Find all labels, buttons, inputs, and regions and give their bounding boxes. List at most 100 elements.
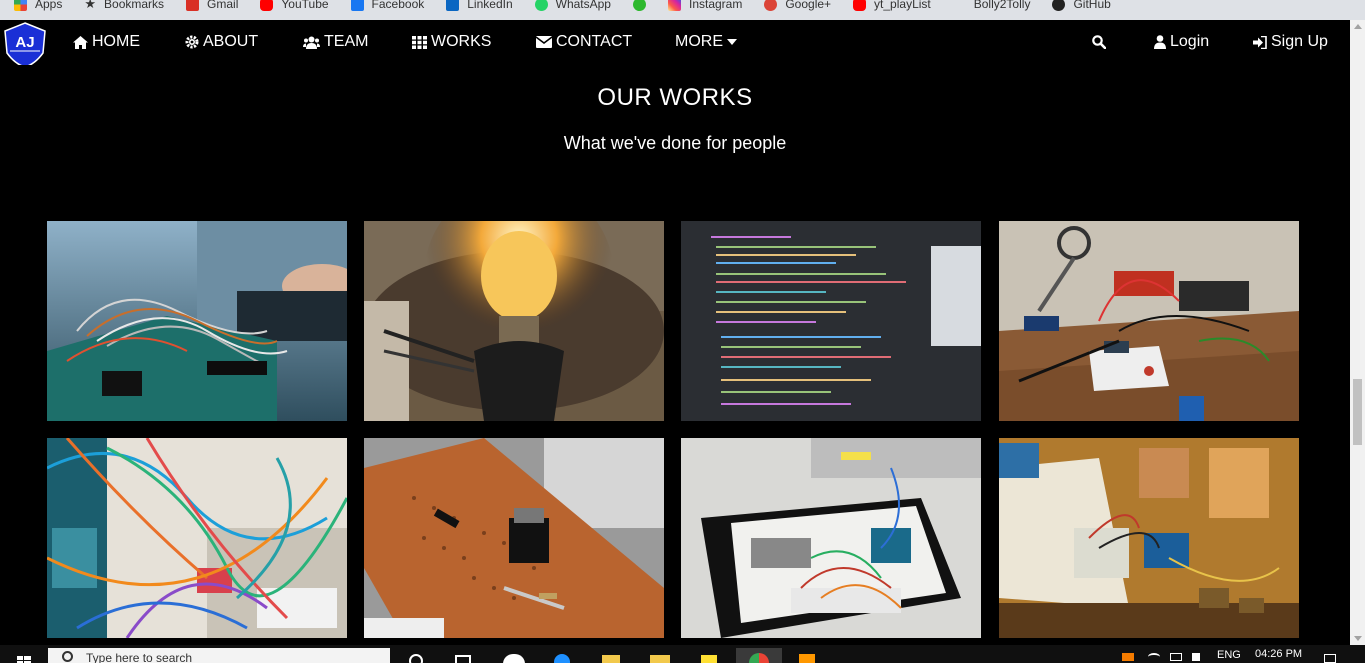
bookmark-label: Facebook bbox=[371, 0, 425, 11]
search-icon bbox=[1092, 35, 1106, 49]
nav-contact[interactable]: CONTACT bbox=[536, 33, 632, 51]
nav-more-dropdown[interactable]: MORE bbox=[675, 33, 741, 51]
signup-label: Sign Up bbox=[1271, 33, 1328, 50]
sublime-text-icon[interactable] bbox=[786, 648, 832, 663]
bookmark-instagram[interactable]: Instagram bbox=[667, 0, 743, 14]
youtube-icon bbox=[260, 0, 274, 11]
bookmark-label: WhatsApp bbox=[555, 0, 611, 11]
work-arduino-wires[interactable] bbox=[47, 221, 347, 421]
google-plus-icon bbox=[764, 0, 778, 11]
page-scrollbar[interactable] bbox=[1350, 20, 1365, 645]
section-subtitle: What we've done for people bbox=[563, 133, 787, 153]
bookmark-google-plus[interactable]: Google+ bbox=[764, 0, 831, 14]
bookmark-bolly2tolly[interactable]: Bolly2Tolly bbox=[952, 0, 1031, 14]
work-soldering-station[interactable] bbox=[999, 221, 1299, 421]
bookmark-label: Bookmarks bbox=[104, 0, 165, 11]
work-photo bbox=[47, 221, 347, 421]
shield-logo-icon: AJ bbox=[4, 22, 46, 68]
work-photo bbox=[364, 221, 664, 421]
language-indicator[interactable]: ENG bbox=[1217, 649, 1241, 661]
bookmark-apps[interactable]: Apps bbox=[14, 0, 62, 14]
nav-works[interactable]: WORKS bbox=[412, 33, 491, 51]
signup-link[interactable]: Sign Up bbox=[1253, 33, 1328, 51]
github-icon bbox=[1052, 0, 1066, 11]
store-icon[interactable] bbox=[588, 648, 634, 663]
notifications-icon[interactable] bbox=[1324, 654, 1336, 663]
bookmark-facebook[interactable]: Facebook bbox=[350, 0, 425, 14]
scroll-thumb[interactable] bbox=[1353, 379, 1362, 445]
network-icon[interactable] bbox=[1122, 653, 1134, 661]
login-link[interactable]: Login bbox=[1154, 33, 1209, 51]
works-section: OUR WORKS What we've done for people bbox=[0, 65, 1350, 645]
wifi-icon[interactable] bbox=[1148, 653, 1160, 661]
nav-label: TEAM bbox=[324, 33, 369, 50]
work-photo bbox=[47, 438, 347, 638]
nav-label: HOME bbox=[92, 33, 140, 50]
apps-grid-icon bbox=[14, 0, 27, 11]
bookmark-bolt[interactable] bbox=[632, 0, 646, 14]
tray-icons[interactable] bbox=[1120, 653, 1210, 663]
chrome-icon[interactable] bbox=[736, 648, 782, 663]
battery-icon[interactable] bbox=[1170, 653, 1182, 661]
caret-down-icon bbox=[727, 39, 737, 45]
gmail-icon bbox=[186, 0, 200, 11]
instagram-icon bbox=[667, 0, 681, 11]
envelope-icon bbox=[536, 36, 552, 48]
nav-home[interactable]: HOME bbox=[73, 33, 140, 51]
nav-label: MORE bbox=[675, 33, 723, 50]
bookmark-label: Instagram bbox=[688, 0, 743, 11]
task-view-icon[interactable] bbox=[440, 648, 486, 663]
taskbar-search-input[interactable]: Type here to search bbox=[48, 648, 390, 663]
search-button[interactable] bbox=[1092, 35, 1110, 49]
nav-team[interactable]: TEAM bbox=[303, 33, 368, 51]
taskbar-search-placeholder: Type here to search bbox=[86, 651, 193, 663]
whatsapp-icon bbox=[534, 0, 548, 11]
site-logo[interactable]: AJ bbox=[2, 22, 48, 68]
cortana-icon[interactable] bbox=[394, 648, 440, 663]
bookmark-github[interactable]: GitHub bbox=[1052, 0, 1111, 14]
bookmark-yt-playlist[interactable]: yt_playList bbox=[853, 0, 931, 14]
nav-about[interactable]: ABOUT bbox=[185, 33, 258, 51]
work-photo bbox=[999, 438, 1299, 638]
work-light-bulb[interactable] bbox=[364, 221, 664, 421]
sticky-notes-icon[interactable] bbox=[686, 648, 732, 663]
clock-time[interactable]: 04:26 PM bbox=[1255, 648, 1302, 660]
bookmark-linkedin[interactable]: LinkedIn bbox=[446, 0, 513, 14]
file-explorer-icon[interactable] bbox=[636, 648, 682, 663]
bookmark-gmail[interactable]: Gmail bbox=[186, 0, 238, 14]
work-photo bbox=[681, 221, 981, 421]
user-icon bbox=[1154, 35, 1166, 49]
work-photo bbox=[364, 438, 664, 638]
nav-label: CONTACT bbox=[556, 33, 633, 50]
edge-browser-icon[interactable] bbox=[538, 648, 584, 663]
work-code-screen[interactable] bbox=[681, 221, 981, 421]
bookmark-label: Google+ bbox=[785, 0, 832, 11]
login-label: Login bbox=[1170, 33, 1210, 50]
work-photo bbox=[999, 221, 1299, 421]
gear-icon bbox=[185, 35, 199, 49]
linkedin-icon bbox=[446, 0, 460, 11]
volume-icon[interactable] bbox=[1192, 653, 1200, 661]
bookmark-label: Gmail bbox=[207, 0, 239, 11]
scroll-down-arrow-icon[interactable] bbox=[1354, 636, 1362, 641]
windows-start-icon[interactable] bbox=[17, 653, 31, 663]
star-icon: ★ bbox=[84, 0, 97, 11]
main-navbar: AJ HOME ABOUT TEAM WORKS CONTACT MORE Lo… bbox=[0, 20, 1350, 68]
grid-icon bbox=[412, 35, 427, 49]
facebook-icon bbox=[350, 0, 364, 11]
work-enclosure[interactable] bbox=[681, 438, 981, 638]
work-workbench[interactable] bbox=[999, 438, 1299, 638]
nav-label: ABOUT bbox=[203, 33, 259, 50]
bookmark-whatsapp[interactable]: WhatsApp bbox=[534, 0, 611, 14]
bookmarks-bar: Apps ★ Bookmarks Gmail YouTube Facebook … bbox=[0, 0, 1365, 20]
work-colorful-wires[interactable] bbox=[47, 438, 347, 638]
home-icon bbox=[73, 35, 88, 49]
taskbar-app-icon[interactable] bbox=[490, 648, 536, 663]
bookmark-youtube[interactable]: YouTube bbox=[260, 0, 329, 14]
scroll-up-arrow-icon[interactable] bbox=[1354, 24, 1362, 29]
bookmark-bookmarks[interactable]: ★ Bookmarks bbox=[84, 0, 164, 14]
sign-in-icon bbox=[1253, 35, 1267, 49]
work-perfboard[interactable] bbox=[364, 438, 664, 638]
bookmark-label: Bolly2Tolly bbox=[973, 0, 1031, 11]
search-icon bbox=[62, 651, 73, 662]
